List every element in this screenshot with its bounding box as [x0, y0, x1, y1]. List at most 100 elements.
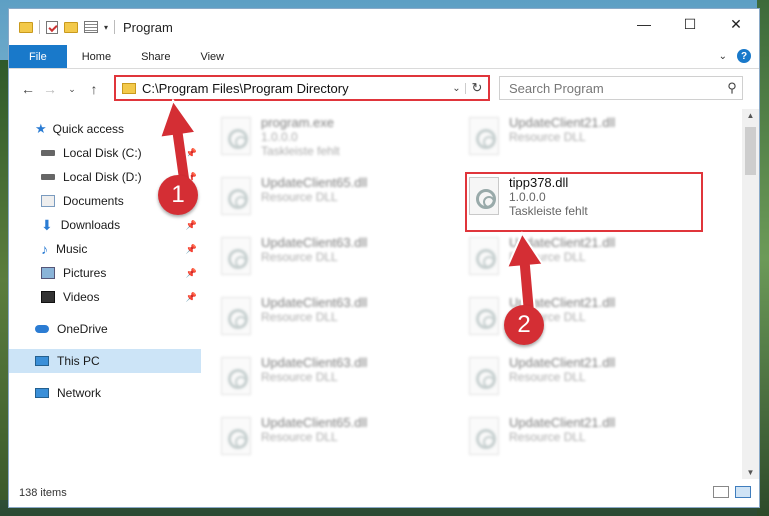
dll-file-icon [469, 117, 499, 155]
dll-file-icon [221, 237, 251, 275]
file-description: Resource DLL [261, 370, 338, 384]
file-name: UpdateClient63.dll [261, 355, 368, 370]
sidebar-item-local-disk-c[interactable]: Local Disk (C:) 📌 [9, 141, 201, 165]
sidebar-item-quick-access[interactable]: ★ Quick access [9, 117, 201, 141]
status-bar: 138 items [9, 479, 759, 507]
quick-access-toolbar: ▾ [9, 20, 116, 34]
file-item[interactable]: UpdateClient21.dll Resource DLL [449, 293, 679, 349]
up-button[interactable]: ↑ [83, 81, 105, 97]
file-explorer-window: ▾ Program — ☐ ✕ File Home Share View ⌄ ?… [8, 8, 760, 508]
cloud-icon [35, 325, 49, 333]
sidebar-item-network[interactable]: Network [9, 381, 201, 405]
back-button[interactable]: ← [17, 81, 39, 97]
address-path[interactable]: C:\Program Files\Program Directory [142, 81, 448, 96]
scroll-up-icon[interactable]: ▲ [742, 111, 759, 120]
file-description: Resource DLL [261, 250, 338, 264]
new-folder-icon[interactable] [64, 21, 78, 33]
pin-icon[interactable]: 📌 [186, 268, 197, 279]
details-view-icon[interactable] [713, 486, 729, 498]
file-name: UpdateClient21.dll [509, 115, 616, 130]
file-name: UpdateClient21.dll [509, 415, 616, 430]
folder-icon [19, 21, 33, 33]
file-item[interactable]: UpdateClient65.dll Resource DLL [201, 413, 431, 469]
search-input[interactable]: Search Program ⚲ [499, 76, 743, 100]
help-icon[interactable]: ? [737, 49, 751, 63]
file-item[interactable]: UpdateClient21.dll Resource DLL [449, 233, 679, 289]
refresh-icon[interactable]: ↻ [466, 80, 488, 96]
view-toggle [713, 486, 751, 498]
pin-icon[interactable]: 📌 [186, 244, 197, 255]
sidebar-item-label: Local Disk (C:) [63, 146, 142, 160]
address-dropdown-icon[interactable]: ⌄ [448, 82, 466, 94]
sidebar-item-label: Videos [63, 290, 100, 304]
file-item[interactable]: UpdateClient63.dll Resource DLL [201, 233, 431, 289]
properties-check-icon[interactable] [46, 20, 58, 34]
file-item[interactable]: UpdateClient21.dll Resource DLL [449, 413, 679, 469]
forward-button[interactable]: → [39, 81, 61, 97]
drive-icon [41, 150, 55, 156]
dll-file-icon [221, 297, 251, 335]
annotation-badge-1: 1 [158, 175, 198, 215]
highlight-box [465, 172, 703, 232]
file-description: Resource DLL [261, 310, 338, 324]
pin-icon[interactable]: 📌 [186, 148, 197, 159]
scrollbar-thumb[interactable] [745, 127, 756, 175]
sidebar-item-label: Documents [63, 194, 124, 208]
sidebar-item-pictures[interactable]: Pictures 📌 [9, 261, 201, 285]
scroll-down-icon[interactable]: ▼ [742, 468, 759, 477]
divider [39, 20, 40, 34]
window-controls: — ☐ ✕ [621, 9, 759, 39]
customize-view-icon[interactable] [84, 21, 98, 33]
file-item[interactable]: program.exe 1.0.0.0 Taskleiste fehlt [201, 113, 431, 169]
pin-icon[interactable]: 📌 [186, 220, 197, 231]
exe-file-icon [221, 117, 251, 155]
file-description: Resource DLL [509, 430, 586, 444]
computer-icon [35, 356, 49, 366]
annotation-badge-2: 2 [504, 305, 544, 345]
sidebar-item-videos[interactable]: Videos 📌 [9, 285, 201, 309]
file-name: UpdateClient21.dll [509, 235, 616, 250]
tab-share[interactable]: Share [126, 45, 185, 68]
file-item[interactable]: UpdateClient63.dll Resource DLL [201, 353, 431, 409]
search-icon[interactable]: ⚲ [722, 80, 742, 96]
address-row: ← → ⌄ ↑ C:\Program Files\Program Directo… [9, 69, 759, 109]
sidebar-item-this-pc[interactable]: This PC [9, 349, 201, 373]
dll-file-icon [221, 417, 251, 455]
sidebar-item-onedrive[interactable]: OneDrive [9, 317, 201, 341]
documents-icon [41, 195, 55, 207]
file-name: UpdateClient21.dll [509, 355, 616, 370]
file-item[interactable]: UpdateClient65.dll Resource DLL [201, 173, 431, 229]
tab-home[interactable]: Home [67, 45, 126, 68]
close-button[interactable]: ✕ [713, 9, 759, 39]
vertical-scrollbar[interactable]: ▲ ▼ [742, 109, 759, 479]
title-bar: ▾ Program — ☐ ✕ [9, 9, 759, 45]
file-name: UpdateClient65.dll [261, 175, 368, 190]
music-icon: ♪ [41, 241, 48, 257]
navigation-pane: ★ Quick access Local Disk (C:) 📌 Local D… [9, 109, 201, 479]
address-bar[interactable]: C:\Program Files\Program Directory ⌄ ↻ [114, 75, 490, 101]
expand-ribbon-icon[interactable]: ⌄ [719, 51, 727, 62]
chevron-down-icon[interactable]: ▾ [104, 23, 108, 32]
sidebar-item-music[interactable]: ♪ Music 📌 [9, 237, 201, 261]
minimize-button[interactable]: — [621, 9, 667, 39]
file-item[interactable]: UpdateClient21.dll Resource DLL [449, 353, 679, 409]
file-description: Resource DLL [261, 430, 338, 444]
file-item[interactable]: UpdateClient21.dll Resource DLL [449, 113, 679, 169]
dll-file-icon [469, 237, 499, 275]
dll-file-icon [469, 357, 499, 395]
recent-locations-button[interactable]: ⌄ [61, 84, 83, 95]
divider [114, 20, 116, 34]
large-icons-view-icon[interactable] [735, 486, 751, 498]
sidebar-item-downloads[interactable]: ⬇ Downloads 📌 [9, 213, 201, 237]
tab-view[interactable]: View [185, 45, 239, 68]
window-title: Program [123, 19, 173, 35]
item-count: 138 items [19, 487, 67, 499]
file-item[interactable]: UpdateClient63.dll Resource DLL [201, 293, 431, 349]
download-icon: ⬇ [41, 216, 53, 233]
maximize-button[interactable]: ☐ [667, 9, 713, 39]
pin-icon[interactable]: 📌 [186, 292, 197, 303]
sidebar-item-label: OneDrive [57, 322, 108, 336]
tab-file[interactable]: File [9, 45, 67, 68]
file-name: UpdateClient63.dll [261, 235, 368, 250]
videos-icon [41, 291, 55, 303]
